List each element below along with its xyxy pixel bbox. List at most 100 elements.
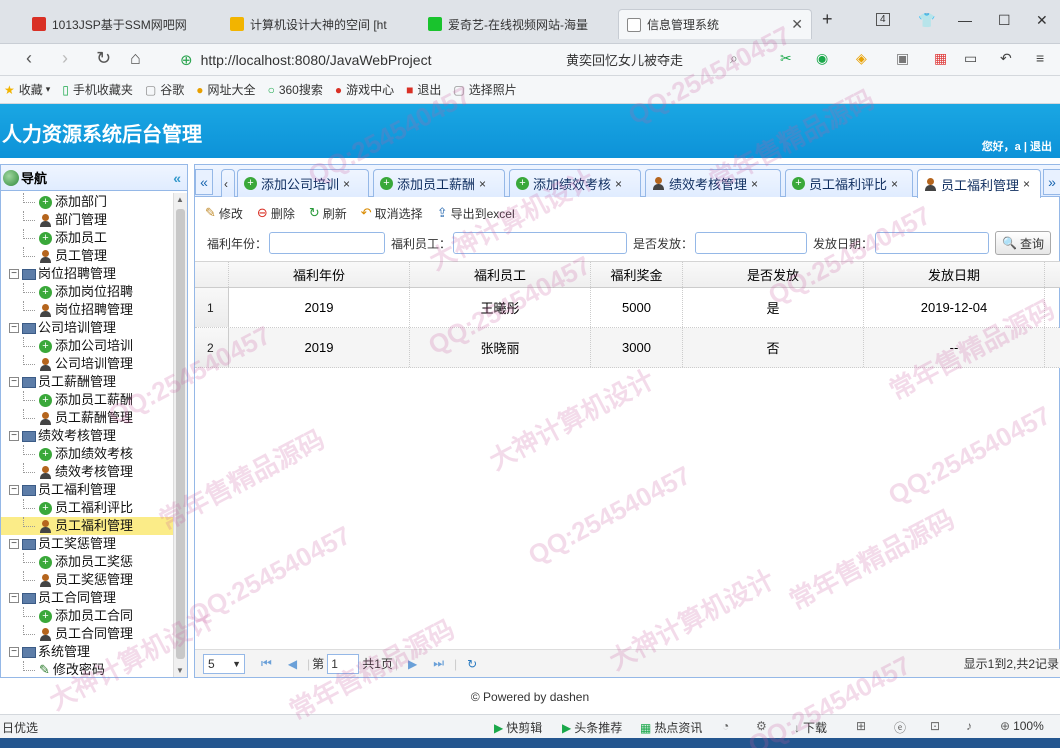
ie-icon[interactable]: ⓔ — [894, 719, 906, 736]
sidebar-item[interactable]: 员工薪酬管理 — [1, 409, 173, 427]
content-tab[interactable]: 员工福利管理 × — [917, 169, 1041, 198]
sidebar-item[interactable]: 部门管理 — [1, 211, 173, 229]
user-info-logout[interactable]: 您好，a | 退出 — [982, 138, 1052, 154]
status-item[interactable]: ▶ 头条推荐 — [562, 719, 622, 736]
sidebar-group[interactable]: − 系统管理 — [1, 643, 173, 661]
browser-tab-1[interactable]: 1013JSP基于SSM网吧网 — [24, 9, 220, 39]
status-item[interactable]: ▶ 快剪辑 — [494, 719, 542, 736]
close-tab-icon[interactable]: × — [343, 177, 350, 191]
expand-toggle-icon[interactable]: − — [9, 485, 19, 495]
table-row[interactable]: 2 2019 张晓丽 3000 否 -- — [195, 328, 1060, 368]
close-tab-icon[interactable]: × — [1023, 177, 1030, 191]
sidebar-item[interactable]: 岗位招聘管理 — [1, 301, 173, 319]
zoom-level[interactable]: ⊕ 100% — [1000, 719, 1044, 733]
close-tab-icon[interactable]: × — [615, 177, 622, 191]
browser-tab-3[interactable]: 爱奇艺-在线视频网站-海量 — [420, 9, 616, 39]
sidebar-item[interactable]: 绩效考核管理 — [1, 463, 173, 481]
page-size-select[interactable]: 5 ▼ — [203, 653, 245, 674]
forward-icon[interactable]: › — [62, 48, 68, 69]
bookmark-google[interactable]: ▢ 谷歌 — [145, 81, 184, 98]
column-header[interactable]: 发放日期 — [864, 262, 1045, 287]
close-tab-icon[interactable]: ✕ — [785, 16, 803, 33]
bookmark-exit[interactable]: ■ 退出 — [406, 81, 441, 98]
tools-icon[interactable]: ⚙ — [756, 719, 767, 733]
sidebar-group[interactable]: − 绩效考核管理 — [1, 427, 173, 445]
sidebar-item[interactable]: 员工管理 — [1, 247, 173, 265]
search-icon[interactable]: ⌕ — [730, 50, 738, 67]
translate-icon[interactable]: ◉ — [816, 50, 828, 67]
expand-toggle-icon[interactable]: − — [9, 269, 19, 279]
edit-button[interactable]: ✎ 修改 — [205, 205, 243, 222]
battery-icon[interactable]: ▭ — [964, 50, 977, 67]
date-input[interactable] — [875, 232, 990, 254]
tabs-scroll-left-icon[interactable]: « — [195, 169, 213, 195]
sidebar-item[interactable]: + 添加员工 — [1, 229, 173, 247]
next-page-icon[interactable]: ▶ — [408, 657, 417, 671]
tab-hidden-edge[interactable]: ‹ — [221, 169, 235, 197]
coupon-icon[interactable]: ◈ — [856, 50, 867, 67]
sidebar-group[interactable]: − 公司培训管理 — [1, 319, 173, 337]
screenshot-icon[interactable]: ▣ — [896, 50, 909, 67]
sidebar-item[interactable]: + 添加员工奖惩 — [1, 553, 173, 571]
sidebar-item[interactable]: ✎ 修改密码 — [1, 661, 173, 677]
expand-toggle-icon[interactable]: − — [9, 431, 19, 441]
sidebar-item[interactable]: + 添加绩效考核 — [1, 445, 173, 463]
close-tab-icon[interactable]: × — [891, 177, 898, 191]
sidebar-item[interactable]: 员工奖惩管理 — [1, 571, 173, 589]
menu-icon[interactable]: ≡ — [1036, 50, 1044, 66]
status-left-text[interactable]: 日优选 — [2, 719, 38, 736]
expand-toggle-icon[interactable]: − — [9, 323, 19, 333]
refresh-button[interactable]: ↻ 刷新 — [309, 205, 347, 222]
close-tab-icon[interactable]: × — [479, 177, 486, 191]
back-icon[interactable]: ‹ — [26, 48, 32, 69]
sidebar-item[interactable]: + 员工福利评比 — [1, 499, 173, 517]
tab-count-badge[interactable]: 4 — [876, 13, 890, 26]
close-window-icon[interactable]: ✕ — [1036, 12, 1048, 29]
last-page-icon[interactable]: ⏭ — [433, 656, 444, 671]
expand-toggle-icon[interactable]: − — [9, 647, 19, 657]
refresh-icon[interactable]: ↻ — [467, 657, 477, 671]
bookmark-mobile[interactable]: ▯ 手机收藏夹 — [62, 81, 133, 98]
url-field[interactable]: ⊕ http://localhost:8080/JavaWebProject — [180, 47, 550, 73]
content-tab[interactable]: + 添加绩效考核 × — [509, 169, 641, 197]
sidebar-group[interactable]: − 员工合同管理 — [1, 589, 173, 607]
page-number-input[interactable]: 1 — [327, 653, 360, 674]
sidebar-item[interactable]: + 添加公司培训 — [1, 337, 173, 355]
column-header[interactable]: 福利奖金 — [591, 262, 683, 287]
content-tab[interactable]: + 员工福利评比 × — [785, 169, 913, 197]
bookmark-sites[interactable]: ● 网址大全 — [196, 81, 255, 98]
column-header[interactable]: 福利员工 — [410, 262, 591, 287]
sidebar-item[interactable]: + 添加岗位招聘 — [1, 283, 173, 301]
sidebar-group[interactable]: − 岗位招聘管理 — [1, 265, 173, 283]
unselect-button[interactable]: ↶ 取消选择 — [361, 205, 423, 222]
first-page-icon[interactable]: ⏮ — [261, 656, 272, 671]
query-button[interactable]: 🔍 查询 — [995, 231, 1052, 255]
hot-search-text[interactable]: 黄奕回忆女儿被夺走 — [566, 50, 683, 69]
issued-input[interactable] — [695, 232, 808, 254]
undo-icon[interactable]: ↶ — [1000, 50, 1012, 67]
sidebar-scrollbar[interactable]: ▲ ▼ — [173, 193, 187, 677]
speed-icon[interactable]: ◔ — [722, 719, 729, 733]
minimize-icon[interactable]: — — [958, 12, 972, 28]
sidebar-item[interactable]: + 添加部门 — [1, 193, 173, 211]
sidebar-group[interactable]: − 员工福利管理 — [1, 481, 173, 499]
bookmark-games[interactable]: ● 游戏中心 — [335, 81, 394, 98]
prev-page-icon[interactable]: ◀ — [288, 657, 297, 671]
table-row[interactable]: 1 2019 王曦彤 5000 是 2019-12-04 — [195, 288, 1060, 328]
sidebar-item[interactable]: 员工福利管理 — [1, 517, 173, 535]
scroll-up-icon[interactable]: ▲ — [176, 195, 184, 204]
content-tab[interactable]: + 添加员工薪酬 × — [373, 169, 505, 197]
expand-toggle-icon[interactable]: − — [9, 593, 19, 603]
scroll-down-icon[interactable]: ▼ — [176, 666, 184, 675]
new-tab-button[interactable]: + — [822, 9, 833, 30]
sidebar-group[interactable]: − 员工薪酬管理 — [1, 373, 173, 391]
bookmark-favorites[interactable]: ★ 收藏 ▾ — [4, 81, 50, 98]
column-header[interactable]: 福利年份 — [229, 262, 410, 287]
restore-icon[interactable]: ⊡ — [930, 719, 940, 733]
bookmark-360[interactable]: ○ 360搜索 — [268, 81, 323, 98]
maximize-icon[interactable]: ☐ — [998, 12, 1011, 29]
sidebar-item[interactable]: 公司培训管理 — [1, 355, 173, 373]
reload-icon[interactable]: ↻ — [96, 48, 111, 69]
collapse-sidebar-icon[interactable]: « — [173, 170, 181, 186]
scrollbar-thumb[interactable] — [176, 209, 185, 659]
